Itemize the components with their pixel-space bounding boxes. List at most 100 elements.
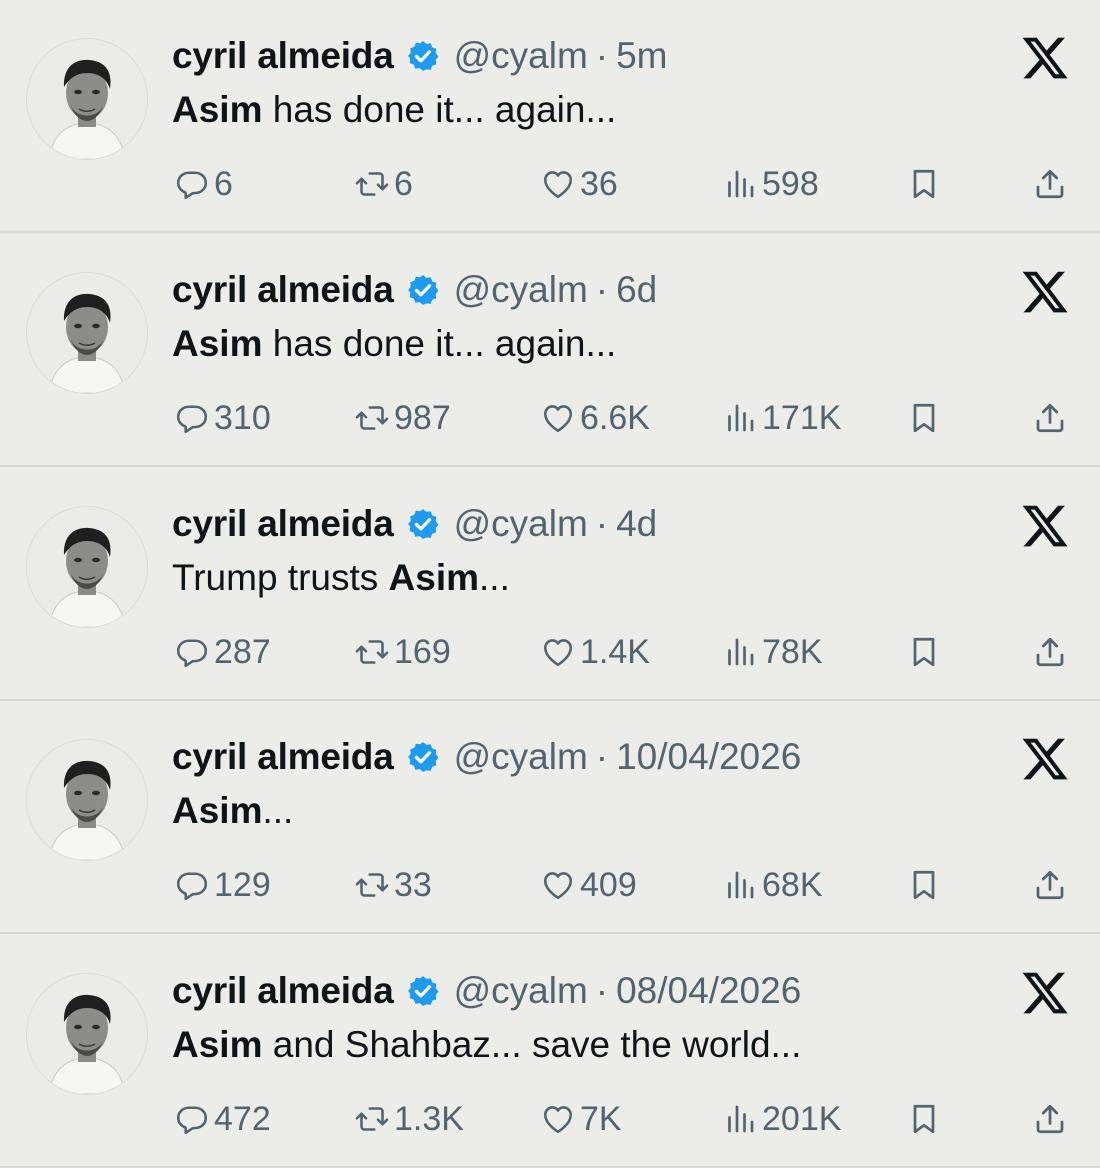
views-button[interactable]: 68K <box>722 859 823 911</box>
tweet-card[interactable]: cyril almeida @cyalm · 08/04/2026 Asim a… <box>0 935 1100 1168</box>
bookmark-icon <box>913 637 935 667</box>
share-button[interactable] <box>1032 392 1068 444</box>
reply-count: 310 <box>214 398 271 437</box>
reply-button[interactable]: 472 <box>174 1093 271 1145</box>
tweet-text-part: ... <box>479 557 510 598</box>
share-button[interactable] <box>1032 626 1068 678</box>
retweet-count: 6 <box>394 164 413 203</box>
tweet-actions: 472 1.3K 7K 201K <box>0 1093 1100 1145</box>
bookmark-icon <box>913 1104 935 1134</box>
views-count: 78K <box>762 632 823 671</box>
reply-button[interactable]: 6 <box>174 158 233 210</box>
x-logo-icon[interactable] <box>1020 33 1070 83</box>
avatar[interactable] <box>26 38 148 160</box>
like-button[interactable]: 6.6K <box>540 392 650 444</box>
tweet-text-bold: Asim <box>172 89 263 130</box>
verified-badge-icon <box>407 275 439 305</box>
reply-button[interactable]: 287 <box>174 626 271 678</box>
retweet-icon <box>355 406 389 430</box>
retweet-count: 1.3K <box>394 1099 464 1138</box>
tweet-divider <box>0 231 1100 233</box>
tweet-card[interactable]: cyril almeida @cyalm · 10/04/2026 Asim..… <box>0 701 1100 934</box>
tweet-header: cyril almeida @cyalm · 5m <box>172 32 668 80</box>
retweet-button[interactable]: 6 <box>354 158 413 210</box>
author-handle[interactable]: @cyalm <box>454 733 588 781</box>
share-button[interactable] <box>1032 859 1068 911</box>
like-count: 6.6K <box>580 398 650 437</box>
tweet-card[interactable]: cyril almeida @cyalm · 4d Trump trusts A… <box>0 468 1100 701</box>
x-logo-icon[interactable] <box>1020 267 1070 317</box>
bookmark-button[interactable] <box>906 626 942 678</box>
like-button[interactable]: 36 <box>540 158 618 210</box>
retweet-count: 33 <box>394 865 432 904</box>
author-name[interactable]: cyril almeida <box>172 32 394 80</box>
like-count: 7K <box>580 1099 622 1138</box>
bookmark-button[interactable] <box>906 859 942 911</box>
like-button[interactable]: 409 <box>540 859 637 911</box>
tweet-text-bold: Asim <box>388 557 480 598</box>
tweet-header: cyril almeida @cyalm · 10/04/2026 <box>172 733 801 781</box>
retweet-icon <box>355 873 389 897</box>
avatar[interactable] <box>26 973 148 1095</box>
heart-icon <box>543 872 573 900</box>
like-count: 1.4K <box>580 632 650 671</box>
like-button[interactable]: 1.4K <box>540 626 650 678</box>
tweet-text-part: has done it... again... <box>262 323 617 364</box>
retweet-button[interactable]: 1.3K <box>354 1093 464 1145</box>
author-handle[interactable]: @cyalm <box>454 32 588 80</box>
author-name[interactable]: cyril almeida <box>172 500 394 548</box>
bookmark-button[interactable] <box>906 158 942 210</box>
author-name[interactable]: cyril almeida <box>172 733 394 781</box>
tweet-timestamp[interactable]: 10/04/2026 <box>616 733 801 781</box>
reply-icon <box>176 405 208 434</box>
avatar[interactable] <box>26 739 148 861</box>
like-button[interactable]: 7K <box>540 1093 622 1145</box>
retweet-button[interactable]: 33 <box>354 859 432 911</box>
retweet-button[interactable]: 987 <box>354 392 451 444</box>
share-button[interactable] <box>1032 158 1068 210</box>
tweet-text: Asim and Shahbaz... save the world... <box>172 1019 801 1071</box>
views-icon <box>728 404 754 432</box>
author-name[interactable]: cyril almeida <box>172 967 394 1015</box>
author-name[interactable]: cyril almeida <box>172 266 394 314</box>
author-handle[interactable]: @cyalm <box>454 967 588 1015</box>
bookmark-button[interactable] <box>906 1093 942 1145</box>
reply-icon <box>176 639 208 668</box>
avatar-photo <box>27 273 147 393</box>
retweet-count: 169 <box>394 632 451 671</box>
retweet-button[interactable]: 169 <box>354 626 451 678</box>
tweet-card[interactable]: cyril almeida @cyalm · 5m Asim has done … <box>0 0 1100 233</box>
tweet-header: cyril almeida @cyalm · 08/04/2026 <box>172 967 801 1015</box>
views-button[interactable]: 598 <box>722 158 819 210</box>
bookmark-button[interactable] <box>906 392 942 444</box>
reply-button[interactable]: 310 <box>174 392 271 444</box>
reply-button[interactable]: 129 <box>174 859 271 911</box>
share-icon <box>1036 1104 1064 1134</box>
author-handle[interactable]: @cyalm <box>454 266 588 314</box>
views-button[interactable]: 78K <box>722 626 823 678</box>
tweet-header: cyril almeida @cyalm · 4d <box>172 500 657 548</box>
share-button[interactable] <box>1032 1093 1068 1145</box>
x-logo-icon[interactable] <box>1020 734 1070 784</box>
views-button[interactable]: 171K <box>722 392 841 444</box>
verified-badge-icon <box>407 509 439 539</box>
avatar[interactable] <box>26 272 148 394</box>
views-count: 201K <box>762 1099 842 1138</box>
header-separator: · <box>595 269 609 310</box>
verified-badge-icon <box>407 41 439 71</box>
tweet-timestamp[interactable]: 6d <box>616 266 657 314</box>
views-count: 598 <box>762 164 819 203</box>
author-handle[interactable]: @cyalm <box>454 500 588 548</box>
views-icon <box>728 871 754 899</box>
tweet-card[interactable]: cyril almeida @cyalm · 6d Asim has done … <box>0 234 1100 467</box>
views-button[interactable]: 201K <box>722 1093 841 1145</box>
verified-badge-icon <box>407 976 439 1006</box>
avatar[interactable] <box>26 506 148 628</box>
tweet-timestamp[interactable]: 4d <box>616 500 657 548</box>
x-logo-icon[interactable] <box>1020 968 1070 1018</box>
tweet-timestamp[interactable]: 5m <box>616 32 667 80</box>
tweet-timestamp[interactable]: 08/04/2026 <box>616 967 801 1015</box>
x-logo-icon[interactable] <box>1020 501 1070 551</box>
reply-count: 6 <box>214 164 233 203</box>
tweet-text: Asim... <box>172 785 293 837</box>
